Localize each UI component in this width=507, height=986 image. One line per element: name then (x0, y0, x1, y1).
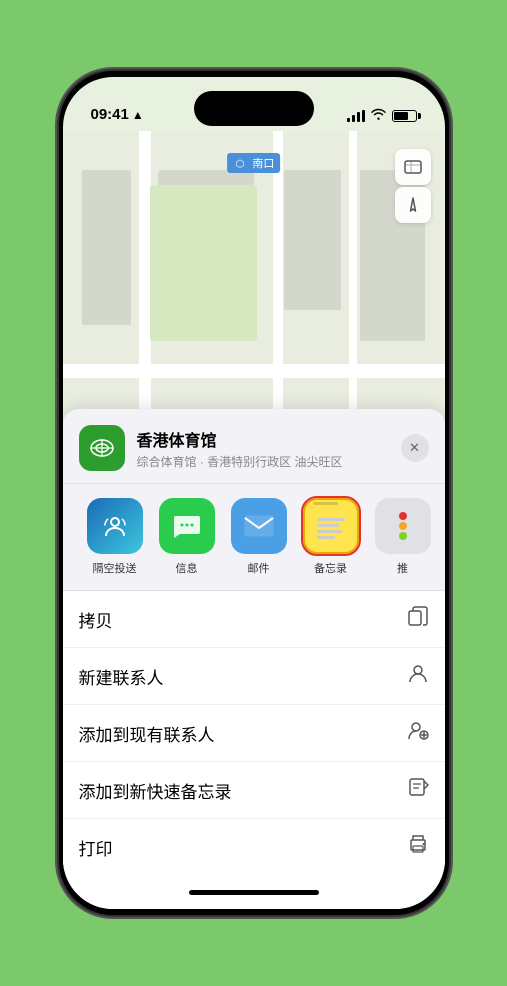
quick-note-icon (407, 776, 429, 804)
phone-screen: 09:41 ▲ (63, 77, 445, 909)
home-indicator (63, 875, 445, 909)
action-print[interactable]: 打印 (63, 819, 445, 875)
new-contact-label: 新建联系人 (79, 664, 164, 689)
quick-note-label: 添加到新快速备忘录 (79, 778, 232, 803)
messages-label: 信息 (176, 560, 198, 576)
action-quick-note[interactable]: 添加到新快速备忘录 (63, 762, 445, 819)
action-new-contact[interactable]: 新建联系人 (63, 648, 445, 705)
map-station-label: ⬡ 南口 (227, 153, 281, 173)
home-bar (189, 890, 319, 895)
share-item-airdrop[interactable]: 隔空投送 (79, 498, 151, 576)
notes-lines (311, 510, 351, 543)
venue-description: 综合体育馆 · 香港特别行政区 油尖旺区 (137, 453, 389, 470)
phone-frame: 09:41 ▲ (59, 71, 449, 915)
share-item-messages[interactable]: 信息 (151, 498, 223, 576)
share-row: 隔空投送 信息 (63, 484, 445, 591)
share-item-more[interactable]: 推 (367, 498, 439, 576)
notes-label: 备忘录 (314, 560, 347, 576)
action-copy[interactable]: 拷贝 (63, 591, 445, 648)
signal-bars-icon (347, 110, 365, 122)
venue-icon (79, 425, 125, 471)
location-button[interactable] (395, 187, 431, 223)
print-icon (407, 833, 429, 861)
bottom-sheet: 香港体育馆 综合体育馆 · 香港特别行政区 油尖旺区 ✕ (63, 409, 445, 909)
wifi-icon (371, 108, 386, 123)
new-contact-icon (407, 662, 429, 690)
battery-icon (392, 110, 417, 122)
map-controls (395, 149, 431, 223)
sheet-header: 香港体育馆 综合体育馆 · 香港特别行政区 油尖旺区 ✕ (63, 425, 445, 484)
copy-label: 拷贝 (79, 607, 113, 632)
venue-title: 香港体育馆 (137, 427, 389, 451)
dynamic-island (194, 91, 314, 126)
add-contact-label: 添加到现有联系人 (79, 721, 215, 746)
close-button[interactable]: ✕ (401, 434, 429, 462)
time-display: 09:41 (91, 106, 129, 123)
mail-label: 邮件 (248, 560, 270, 576)
mail-icon (231, 498, 287, 554)
status-icons (347, 108, 417, 123)
share-item-notes[interactable]: 备忘录 (295, 498, 367, 576)
more-icon (375, 498, 431, 554)
airdrop-label: 隔空投送 (93, 560, 137, 576)
airdrop-icon (87, 498, 143, 554)
share-item-mail[interactable]: 邮件 (223, 498, 295, 576)
map-type-button[interactable] (395, 149, 431, 185)
add-contact-icon (407, 719, 429, 747)
copy-icon (407, 605, 429, 633)
messages-icon (159, 498, 215, 554)
notes-icon (303, 498, 359, 554)
venue-info: 香港体育馆 综合体育馆 · 香港特别行政区 油尖旺区 (137, 427, 389, 470)
status-time: 09:41 ▲ (91, 106, 144, 123)
location-icon: ▲ (132, 108, 144, 122)
action-add-to-contact[interactable]: 添加到现有联系人 (63, 705, 445, 762)
more-label: 推 (397, 560, 408, 576)
action-list: 拷贝 新建联系人 (63, 591, 445, 875)
print-label: 打印 (79, 835, 113, 860)
